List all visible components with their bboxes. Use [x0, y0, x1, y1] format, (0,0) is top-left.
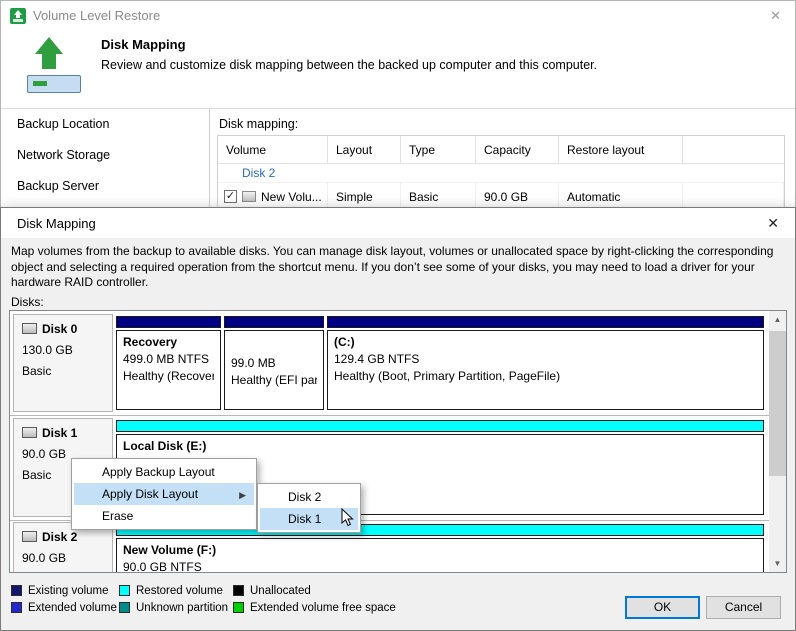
volume-icon — [242, 191, 256, 202]
legend-unknown-partition: Unknown partition — [119, 602, 228, 614]
dialog-titlebar: Disk Mapping ✕ — [1, 208, 795, 238]
row-checkbox[interactable]: ✓ — [224, 190, 237, 203]
row-separator — [10, 415, 769, 416]
mouse-cursor-icon — [341, 507, 355, 533]
disks-label: Disks: — [11, 295, 44, 309]
disk0-name: Disk 0 — [22, 322, 112, 336]
context-menu: Apply Backup Layout Apply Disk Layout ▶ … — [71, 458, 257, 530]
legend-existing-volume: Existing volume — [11, 585, 109, 597]
wizard-step-title: Disk Mapping — [101, 37, 186, 52]
dialog-description: Map volumes from the backup to available… — [11, 244, 774, 289]
wizard-body: Backup Location Network Storage Backup S… — [1, 109, 795, 207]
unallocated-swatch — [233, 585, 244, 596]
table-row[interactable]: ✓ New Volu... Simple Basic 90.0 GB Autom… — [218, 183, 784, 207]
partition-color-bar — [116, 420, 764, 432]
sidebar-item-backup-server[interactable]: Backup Server — [1, 171, 209, 202]
disk0-kind: Basic — [22, 364, 52, 378]
partition-color-bar — [224, 316, 324, 328]
disk-row-0: Disk 0 130.0 GB Basic Recovery 499.0 MB … — [10, 314, 769, 412]
table-header-row: Volume Layout Type Capacity Restore layo… — [218, 136, 784, 164]
partition-efi[interactable]: 99.0 MB Healthy (EFI parti — [224, 316, 324, 410]
submenu-arrow-icon: ▶ — [239, 490, 246, 500]
partition-color-bar — [327, 316, 764, 328]
wizard-step-description: Review and customize disk mapping betwee… — [101, 58, 598, 72]
column-filler — [683, 136, 784, 163]
disk1-name: Disk 1 — [22, 426, 112, 440]
column-type[interactable]: Type — [401, 136, 476, 163]
disk-restore-icon — [25, 37, 85, 101]
sidebar-item-network-storage[interactable]: Network Storage — [1, 140, 209, 171]
restore-app-icon — [10, 8, 26, 24]
partition-color-bar — [116, 316, 221, 328]
scrollbar-thumb[interactable] — [769, 331, 786, 476]
disk-mapping-pane: Disk mapping: Volume Layout Type Capacit… — [211, 109, 795, 207]
partition-recovery[interactable]: Recovery 499.0 MB NTFS Healthy (Recovery — [116, 316, 221, 410]
column-volume[interactable]: Volume — [218, 136, 328, 163]
sidebar-item-backup-location[interactable]: Backup Location — [1, 109, 209, 140]
disk-mapping-label: Disk mapping: — [219, 117, 299, 131]
column-capacity[interactable]: Capacity — [476, 136, 559, 163]
scroll-up-icon[interactable]: ▲ — [769, 311, 786, 328]
column-restore-layout[interactable]: Restore layout — [559, 136, 683, 163]
disk-icon — [22, 531, 37, 542]
disk0-size: 130.0 GB — [22, 343, 73, 357]
volume-level-restore-window: Volume Level Restore ✕ Disk Mapping Revi… — [0, 0, 796, 207]
disk-icon — [22, 323, 37, 334]
cancel-button[interactable]: Cancel — [706, 596, 781, 619]
disk-mapping-table: Volume Layout Type Capacity Restore layo… — [217, 135, 785, 207]
screen: Volume Level Restore ✕ Disk Mapping Revi… — [0, 0, 796, 631]
extended-volume-swatch — [11, 602, 22, 613]
type-cell: Basic — [401, 183, 476, 207]
disk2-size: 90.0 GB — [22, 551, 67, 565]
menu-item-erase[interactable]: Erase — [74, 505, 254, 527]
disk0-info[interactable]: Disk 0 130.0 GB Basic — [13, 314, 113, 412]
wizard-sidebar: Backup Location Network Storage Backup S… — [1, 109, 210, 207]
legend: Existing volume Restored volume Unalloca… — [11, 585, 441, 619]
legend-unallocated: Unallocated — [233, 585, 311, 597]
disks-panel: Disk 0 130.0 GB Basic Recovery 499.0 MB … — [9, 310, 787, 573]
scroll-down-icon[interactable]: ▼ — [769, 555, 786, 572]
window-close-icon[interactable]: ✕ — [770, 1, 781, 31]
menu-item-apply-disk-layout[interactable]: Apply Disk Layout ▶ — [74, 483, 254, 505]
partition-c[interactable]: (C:) 129.4 GB NTFS Healthy (Boot, Primar… — [327, 316, 764, 410]
vertical-scrollbar[interactable]: ▲ ▼ — [769, 311, 786, 572]
capacity-cell: 90.0 GB — [476, 183, 559, 207]
disk-icon — [22, 427, 37, 438]
disk-mapping-dialog: Disk Mapping ✕ Map volumes from the back… — [0, 207, 796, 631]
volume-name: New Volu... — [261, 189, 322, 204]
submenu-item-disk-2[interactable]: Disk 2 — [260, 486, 358, 508]
legend-restored-volume: Restored volume — [119, 585, 223, 597]
dialog-close-icon[interactable]: ✕ — [767, 215, 779, 232]
filler-cell — [683, 183, 784, 207]
restore-layout-cell: Automatic — [559, 183, 683, 207]
disk2-name: Disk 2 — [22, 530, 112, 544]
volume-cell: ✓ New Volu... — [218, 183, 328, 207]
extended-free-space-swatch — [233, 602, 244, 613]
ok-button[interactable]: OK — [625, 596, 700, 619]
window-titlebar: Volume Level Restore ✕ — [1, 1, 795, 31]
menu-item-apply-backup-layout[interactable]: Apply Backup Layout — [74, 461, 254, 483]
disk2-kind: Basic — [22, 572, 112, 573]
unknown-partition-swatch — [119, 602, 130, 613]
legend-extended-volume: Extended volume — [11, 602, 117, 614]
layout-cell: Simple — [328, 183, 401, 207]
restored-volume-swatch — [119, 585, 130, 596]
partition-f[interactable]: New Volume (F:) 90.0 GB NTFS — [116, 524, 764, 572]
dialog-title: Disk Mapping — [17, 216, 96, 231]
wizard-header: Disk Mapping Review and customize disk m… — [1, 31, 795, 109]
existing-volume-swatch — [11, 585, 22, 596]
table-group-row[interactable]: Disk 2 — [218, 164, 784, 183]
legend-extended-free-space: Extended volume free space — [233, 602, 396, 614]
window-title: Volume Level Restore — [33, 8, 161, 23]
column-layout[interactable]: Layout — [328, 136, 401, 163]
